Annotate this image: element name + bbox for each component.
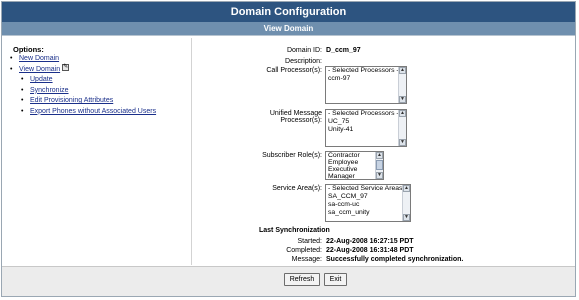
sync-completed-value: 22-Aug-2008 16:31:48 PDT xyxy=(326,247,414,254)
bullet-icon: • xyxy=(21,86,24,94)
sync-message-label: Message: xyxy=(291,256,322,263)
exit-button[interactable]: Exit xyxy=(324,273,347,286)
header-divider xyxy=(2,35,575,36)
bullet-icon: • xyxy=(10,55,13,62)
scroll-up-icon[interactable]: ▲ xyxy=(403,185,410,192)
list-item[interactable]: sa-ccm-uc xyxy=(326,201,410,209)
sync-started-label: Started: xyxy=(297,238,322,245)
sidebar-item-new-domain: • New Domain xyxy=(10,54,156,65)
scroll-down-icon[interactable]: ▼ xyxy=(399,96,406,103)
unified-message-label-line1: Unified Message xyxy=(269,110,322,117)
call-processors-label: Call Processor(s): xyxy=(266,67,322,74)
sync-message-value: Successfully completed synchronization. xyxy=(326,256,464,263)
options-menu: • New Domain • View Domain ✎ • Update • Synch… xyxy=(10,54,156,117)
update-link[interactable]: Update xyxy=(30,76,53,83)
last-sync-title: Last Synchronization xyxy=(259,227,330,234)
bullet-icon: • xyxy=(21,97,24,104)
list-item[interactable]: ccm-97 xyxy=(326,75,406,83)
page-subtitle: View Domain xyxy=(2,22,575,35)
page-title: Domain Configuration xyxy=(2,2,575,22)
panel-divider xyxy=(191,38,192,265)
service-areas-label: Service Area(s): xyxy=(272,185,322,192)
list-item[interactable]: UC_75 xyxy=(326,118,406,126)
subscriber-roles-label: Subscriber Role(s): xyxy=(262,152,322,159)
call-processors-listbox[interactable]: - Selected Processors - ccm-97 ▲ ▼ xyxy=(325,66,407,104)
scroll-up-icon[interactable]: ▲ xyxy=(399,110,406,117)
scrollbar[interactable]: ▲ ▼ xyxy=(402,185,410,221)
bullet-icon: • xyxy=(10,65,13,73)
description-label: Description: xyxy=(285,58,322,65)
domain-id-label: Domain ID: xyxy=(286,47,322,54)
edit-provisioning-attributes-link[interactable]: Edit Provisioning Attributes xyxy=(30,97,113,104)
sidebar-item-update: • Update xyxy=(10,75,156,86)
list-item[interactable]: - Selected Processors - xyxy=(326,110,406,118)
list-item[interactable]: - Selected Service Areas - xyxy=(326,185,410,193)
subscriber-roles-listbox[interactable]: Contractor Employee Executive Manager ▲ … xyxy=(325,151,384,180)
sidebar-item-synchronize: • Synchronize xyxy=(10,86,156,97)
list-item[interactable]: sa_ccm_unity xyxy=(326,209,410,217)
sync-completed-label: Completed: xyxy=(286,247,322,254)
scroll-up-icon[interactable]: ▲ xyxy=(376,152,383,159)
options-title: Options: xyxy=(13,45,44,54)
edit-icon[interactable]: ✎ xyxy=(62,64,70,72)
sidebar-item-edit-provisioning: • Edit Provisioning Attributes xyxy=(10,96,156,107)
unified-message-label: Unified Message Processor(s): xyxy=(270,110,322,124)
scrollbar[interactable]: ▲ ▼ xyxy=(375,152,383,179)
scroll-down-icon[interactable]: ▼ xyxy=(376,172,383,179)
list-item[interactable]: SA_CCM_97 xyxy=(326,193,410,201)
unified-message-label-line2: Processor(s): xyxy=(280,117,322,124)
sidebar-item-export-phones: • Export Phones without Associated Users xyxy=(10,107,156,118)
view-domain-link[interactable]: View Domain xyxy=(19,66,60,73)
scrollbar[interactable]: ▲ ▼ xyxy=(398,67,406,103)
service-areas-listbox[interactable]: - Selected Service Areas - SA_CCM_97 sa-… xyxy=(325,184,411,222)
unified-message-listbox[interactable]: - Selected Processors - UC_75 Unity-41 ▲… xyxy=(325,109,407,147)
scrollbar[interactable]: ▲ ▼ xyxy=(398,110,406,146)
new-domain-link[interactable]: New Domain xyxy=(19,55,59,62)
sync-started-value: 22-Aug-2008 16:27:15 PDT xyxy=(326,238,414,245)
refresh-button[interactable]: Refresh xyxy=(284,273,320,286)
synchronize-link[interactable]: Synchronize xyxy=(30,87,69,94)
scroll-down-icon[interactable]: ▼ xyxy=(403,214,410,221)
sidebar-item-view-domain: • View Domain ✎ xyxy=(10,64,156,76)
scroll-thumb[interactable] xyxy=(376,160,383,170)
export-phones-link[interactable]: Export Phones without Associated Users xyxy=(30,108,156,115)
bullet-icon: • xyxy=(21,107,24,115)
scroll-down-icon[interactable]: ▼ xyxy=(399,139,406,146)
domain-id-value: D_ccm_97 xyxy=(326,47,361,54)
list-item[interactable]: Unity-41 xyxy=(326,126,406,134)
list-item[interactable]: - Selected Processors - xyxy=(326,67,406,75)
scroll-up-icon[interactable]: ▲ xyxy=(399,67,406,74)
bullet-icon: • xyxy=(21,76,24,83)
